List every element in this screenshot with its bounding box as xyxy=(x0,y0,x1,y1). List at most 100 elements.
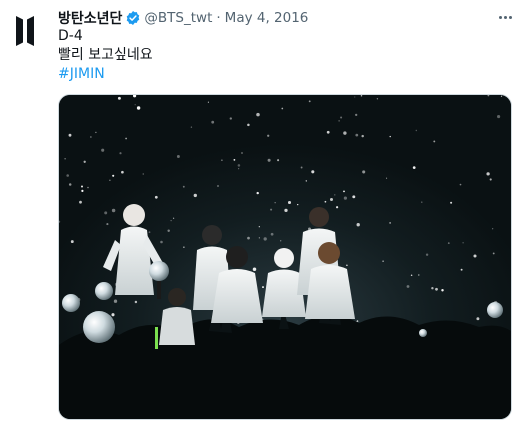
sparkle xyxy=(355,113,358,117)
sparkle xyxy=(334,194,336,196)
sparkle xyxy=(489,178,492,181)
sparkle xyxy=(238,168,240,170)
sparkle xyxy=(176,155,180,158)
sparkle xyxy=(441,289,444,292)
sparkle xyxy=(431,287,434,290)
sparkle xyxy=(81,189,84,193)
sparkle xyxy=(258,226,260,228)
sparkle xyxy=(182,185,185,188)
more-options-icon[interactable] xyxy=(494,8,516,26)
tweet-photo[interactable] xyxy=(58,94,512,420)
sparkle xyxy=(497,115,501,119)
sparkle xyxy=(287,200,292,205)
sparkle xyxy=(346,264,348,267)
sparkle xyxy=(119,152,122,155)
sparkle xyxy=(258,237,260,239)
sparkle xyxy=(340,116,343,119)
tweet-card[interactable]: 방탄소년단 @BTS_twt · May 4, 2016 D-4 빨리 보고싶네… xyxy=(0,0,521,425)
user-handle[interactable]: @BTS_twt xyxy=(144,10,212,26)
sparkle xyxy=(281,107,284,110)
sparkle xyxy=(134,104,136,106)
sparkle xyxy=(263,237,267,241)
sparkle xyxy=(492,252,495,255)
sparkle xyxy=(142,173,144,175)
sparkle xyxy=(113,299,118,303)
sparkle xyxy=(121,170,124,174)
sparkle xyxy=(356,223,360,227)
sparkle xyxy=(125,137,127,140)
sparkle xyxy=(450,201,453,204)
sparkle xyxy=(267,134,270,137)
sparkle xyxy=(148,231,151,234)
sparkle xyxy=(274,202,276,204)
crowd-silhouette xyxy=(59,315,511,419)
bts-logo-icon xyxy=(16,16,34,46)
sparkle xyxy=(172,217,175,219)
sparkle xyxy=(389,135,391,138)
sparkle xyxy=(101,148,105,152)
sparkle xyxy=(256,191,259,195)
sparkle xyxy=(136,106,141,110)
sparkle xyxy=(66,174,69,177)
sparkle xyxy=(111,208,116,213)
sparkle xyxy=(70,240,74,244)
sparkle xyxy=(343,196,347,200)
header-separator: · xyxy=(216,10,221,26)
sparkle xyxy=(362,170,366,174)
sparkle xyxy=(284,208,288,213)
sparkle xyxy=(237,164,241,167)
tweet-text-line: 빨리 보고싶네요 xyxy=(58,47,153,63)
sparkle xyxy=(311,170,315,174)
sparkle xyxy=(262,286,264,289)
sparkle xyxy=(435,287,438,291)
sparkle xyxy=(117,96,121,100)
sparkle xyxy=(356,320,359,322)
sparkle xyxy=(247,236,250,240)
sparkle xyxy=(190,126,193,128)
sparkle xyxy=(247,123,250,127)
tweet-text-line: D-4 xyxy=(58,28,83,44)
sparkle xyxy=(386,177,388,179)
sparkle xyxy=(134,300,138,304)
sparkle xyxy=(217,185,219,187)
sparkle xyxy=(305,180,307,182)
concert-photo xyxy=(59,95,511,419)
sparkle xyxy=(459,183,462,186)
sparkle xyxy=(354,96,356,98)
sparkle xyxy=(308,100,311,103)
sparkle xyxy=(425,253,429,256)
sparkle xyxy=(221,159,223,162)
hashtag-link[interactable]: #JIMIN xyxy=(58,65,105,83)
avatar[interactable] xyxy=(13,15,37,47)
sparkle xyxy=(267,158,271,162)
sparkle xyxy=(389,222,391,224)
sparkle xyxy=(90,136,92,138)
sparkle xyxy=(211,120,215,124)
display-name[interactable]: 방탄소년단 xyxy=(58,8,122,28)
sparkle xyxy=(406,285,410,288)
sparkle xyxy=(297,203,299,206)
sparkle xyxy=(412,166,416,169)
sparkle xyxy=(83,160,86,163)
sparkle xyxy=(81,185,83,188)
sparkle xyxy=(361,134,364,138)
sparkle xyxy=(64,158,66,160)
sparkle xyxy=(256,112,260,117)
sparkle xyxy=(111,313,115,317)
sparkle xyxy=(270,208,273,211)
sparkle xyxy=(170,220,172,222)
sparkle xyxy=(95,131,97,134)
sparkle xyxy=(336,206,339,209)
sparkle xyxy=(154,195,158,199)
sparkle xyxy=(473,254,477,258)
sparkle xyxy=(462,242,464,244)
tweet-date[interactable]: May 4, 2016 xyxy=(225,10,309,26)
sparkle xyxy=(492,228,494,230)
sparkle xyxy=(355,133,359,137)
sparkle xyxy=(233,158,236,161)
sparkle xyxy=(229,117,232,120)
sparkle xyxy=(280,240,282,242)
sparkle xyxy=(447,242,450,244)
sparkle xyxy=(382,260,384,263)
sparkle xyxy=(433,140,436,143)
